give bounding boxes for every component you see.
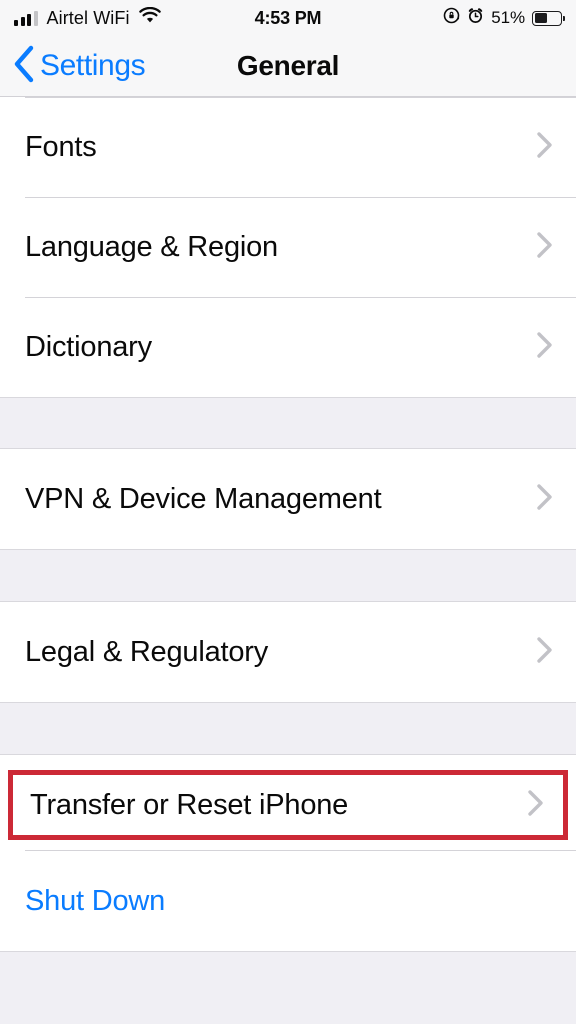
row-label: Shut Down — [25, 884, 166, 917]
status-bar: Airtel WiFi 4:53 PM 51% — [0, 0, 576, 36]
chevron-left-icon — [12, 44, 36, 89]
carrier-label: Airtel WiFi — [46, 7, 130, 28]
row-label: Language & Region — [25, 230, 278, 263]
chevron-right-icon — [536, 330, 554, 365]
navigation-bar: Settings General — [0, 36, 576, 97]
chevron-right-icon — [536, 130, 554, 165]
chevron-right-icon — [536, 635, 554, 670]
section-legal: Legal & Regulatory — [0, 602, 576, 702]
row-label: Dictionary — [25, 330, 152, 363]
row-label: VPN & Device Management — [25, 482, 382, 515]
chevron-right-icon — [536, 230, 554, 265]
list-bottom-filler — [0, 951, 576, 1024]
chevron-right-icon — [527, 788, 545, 823]
status-bar-left: Airtel WiFi — [14, 6, 161, 29]
section-localization: Fonts Language & Region Dictionary — [0, 97, 576, 397]
iphone-settings-screen: Airtel WiFi 4:53 PM 51% Settings General… — [0, 0, 576, 1024]
wifi-icon — [138, 6, 161, 29]
row-separator — [25, 97, 576, 98]
section-vpn: VPN & Device Management — [0, 449, 576, 549]
back-button[interactable]: Settings — [12, 36, 146, 96]
section-gap — [0, 549, 576, 602]
status-bar-right: 51% — [443, 7, 565, 29]
row-language-region[interactable]: Language & Region — [0, 197, 576, 297]
row-label: Legal & Regulatory — [25, 635, 269, 668]
battery-fill — [534, 13, 548, 23]
battery-percent-label: 51% — [491, 8, 525, 27]
row-label: Fonts — [25, 130, 97, 163]
row-transfer-or-reset-iphone[interactable]: Transfer or Reset iPhone — [8, 770, 568, 840]
row-label: Transfer or Reset iPhone — [30, 788, 349, 821]
back-button-label: Settings — [40, 49, 146, 82]
page-title: General — [236, 50, 340, 81]
row-dictionary[interactable]: Dictionary — [0, 297, 576, 397]
row-separator — [25, 197, 576, 198]
alarm-clock-icon — [467, 7, 484, 29]
row-shut-down[interactable]: Shut Down — [0, 851, 576, 951]
section-gap — [0, 397, 576, 449]
section-gap — [0, 702, 576, 755]
battery-icon — [532, 10, 565, 26]
clock-label: 4:53 PM — [254, 7, 322, 28]
settings-list: Fonts Language & Region Dictionary VPN &… — [0, 97, 576, 1024]
row-separator — [0, 840, 576, 851]
rotation-lock-icon — [443, 7, 460, 29]
section-reset: Transfer or Reset iPhone Shut Down — [0, 755, 576, 951]
row-fonts[interactable]: Fonts — [0, 97, 576, 197]
row-vpn-device-management[interactable]: VPN & Device Management — [0, 449, 576, 549]
highlight-annotation: Transfer or Reset iPhone — [0, 755, 576, 851]
cellular-signal-icon — [14, 10, 38, 26]
row-legal-regulatory[interactable]: Legal & Regulatory — [0, 602, 576, 702]
row-separator — [25, 297, 576, 298]
chevron-right-icon — [536, 482, 554, 517]
